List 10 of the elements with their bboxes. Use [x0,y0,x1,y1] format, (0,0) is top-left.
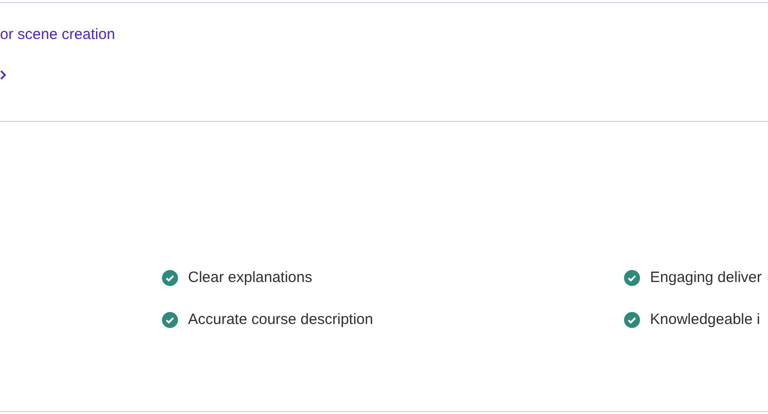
check-circle-icon [624,312,640,328]
highlight-label: Accurate course description [188,310,374,330]
card-title[interactable]: or scene creation [0,25,768,45]
highlight-label: Knowledgeable i [650,310,760,330]
check-circle-icon [162,270,178,286]
highlight-label: Clear explanations [188,268,312,288]
highlight-label: Engaging deliver [650,268,762,288]
check-circle-icon [624,270,640,286]
check-circle-icon [162,312,178,328]
chevron-right-icon[interactable] [0,70,6,80]
